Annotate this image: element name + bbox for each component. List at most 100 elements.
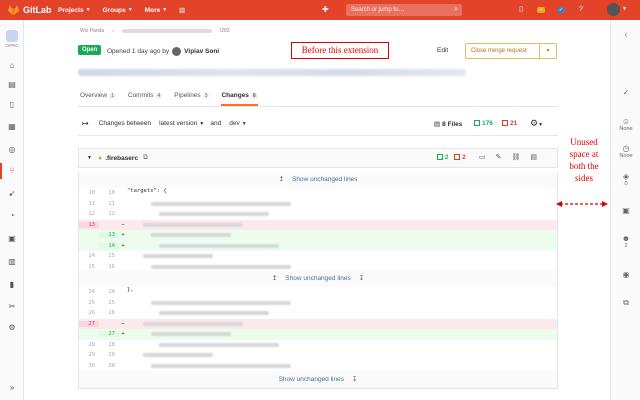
repository-icon[interactable]: ▤ xyxy=(6,79,18,91)
merge-requests-icon[interactable]: ⑂ xyxy=(6,165,18,177)
old-line-number[interactable]: 14 xyxy=(79,253,99,259)
copy-reference-item[interactable]: ⧉ xyxy=(611,298,640,308)
package-icon[interactable]: ▣ xyxy=(6,233,18,245)
author-name[interactable]: Vipiav Soni xyxy=(184,48,219,55)
assignee-item[interactable]: ☺ None xyxy=(611,117,640,132)
wiki-icon[interactable]: ▮ xyxy=(6,279,18,291)
new-line-number[interactable]: 12 xyxy=(99,211,119,217)
diff-settings-gear-icon[interactable]: ⚙▼ xyxy=(530,118,543,129)
todos-icon[interactable]: ✓ xyxy=(556,4,566,15)
link-icon[interactable]: ⛓ xyxy=(512,153,521,161)
lock-item[interactable]: ▣ xyxy=(611,206,640,215)
sidebar-toggle-icon[interactable]: ‹ xyxy=(611,30,640,39)
new-line-number[interactable]: 30 xyxy=(99,363,119,369)
monitor-icon[interactable]: ◔ xyxy=(6,210,18,222)
breadcrumb-mr-id[interactable]: !283 xyxy=(220,28,230,34)
new-line-number[interactable]: 13 xyxy=(99,232,119,239)
code-content xyxy=(127,340,557,351)
issues-icon[interactable]: ▯ xyxy=(516,4,526,15)
show-unchanged-lines-middle[interactable]: ↥ Show unchanged lines ↧ xyxy=(79,271,557,287)
show-unchanged-lines-bottom[interactable]: Show unchanged lines ↧ xyxy=(79,371,557,389)
milestone-item[interactable]: ◷ None xyxy=(611,144,640,159)
nav-more[interactable]: More ▼ xyxy=(145,7,167,14)
todo-add-icon[interactable]: ✓ xyxy=(611,88,640,97)
board-icon[interactable]: ▦ xyxy=(6,121,18,133)
show-unchanged-label[interactable]: Show unchanged lines xyxy=(292,176,357,183)
edit-button[interactable]: Edit xyxy=(437,47,448,54)
tab-changes[interactable]: Changes 8 xyxy=(221,92,258,106)
file-name[interactable]: .firebaserc xyxy=(105,155,138,162)
new-line-number[interactable]: 27 xyxy=(99,331,119,338)
expand-down-icon[interactable]: ↧ xyxy=(352,376,357,383)
chevron-down-icon[interactable]: ▼ xyxy=(540,48,556,54)
old-line-number[interactable]: 10 xyxy=(79,190,99,196)
show-unchanged-lines-top[interactable]: ↥ Show unchanged lines xyxy=(79,172,557,188)
breadcrumb-group[interactable]: Wiz Panda xyxy=(80,28,104,34)
new-item-plus-icon[interactable]: ✚ xyxy=(322,5,329,14)
old-line-number[interactable]: 12 xyxy=(79,211,99,217)
gitlab-logo[interactable]: GitLab xyxy=(8,5,58,15)
old-line-number[interactable]: 13 xyxy=(79,221,99,228)
from-version-select[interactable]: latest version ▼ xyxy=(159,120,204,127)
old-line-number[interactable]: 28 xyxy=(79,342,99,348)
chevron-down-icon[interactable]: ▼ xyxy=(87,155,92,161)
expand-up-icon[interactable]: ↥ xyxy=(279,176,284,183)
show-unchanged-label[interactable]: Show unchanged lines xyxy=(285,275,350,282)
project-avatar[interactable]: OPRC xyxy=(5,30,19,48)
expand-up-icon[interactable]: ↥ xyxy=(272,275,277,282)
home-icon[interactable]: ⌂ xyxy=(6,60,18,72)
snippets-icon[interactable]: ✂ xyxy=(6,301,18,313)
new-line-number[interactable]: 28 xyxy=(99,342,119,348)
help-icon[interactable]: ? xyxy=(576,4,586,15)
new-line-number[interactable]: 24 xyxy=(99,289,119,295)
rocket-icon[interactable]: ➹ xyxy=(6,188,18,200)
new-line-number[interactable]: 26 xyxy=(99,310,119,316)
new-line-number[interactable]: 14 xyxy=(99,242,119,249)
copy-path-icon[interactable]: ⧉ xyxy=(143,154,148,162)
nav-groups[interactable]: Groups ▼ xyxy=(103,7,133,14)
to-version-select[interactable]: dev ▼ xyxy=(229,120,246,127)
analytics-icon[interactable]: ▥ xyxy=(6,256,18,268)
close-mr-button[interactable]: Close merge request ▼ xyxy=(465,43,557,59)
nav-projects[interactable]: Projects ▼ xyxy=(58,7,91,14)
cicd-icon[interactable]: ◎ xyxy=(6,144,18,156)
search-input[interactable]: Search or jump to… ⌕ xyxy=(346,4,462,16)
expand-down-icon[interactable]: ↧ xyxy=(359,275,364,282)
notifications-item[interactable]: ◉ xyxy=(611,270,640,279)
old-line-number[interactable]: 26 xyxy=(79,310,99,316)
activity-chart-icon[interactable]: ▥ xyxy=(179,6,185,14)
edit-pencil-icon[interactable]: ✎ xyxy=(496,153,502,161)
new-line-number[interactable]: 11 xyxy=(99,201,119,207)
tab-commits[interactable]: Commits 4 xyxy=(128,92,163,106)
participants-item[interactable]: ☻ 2 xyxy=(611,234,640,249)
old-line-number[interactable]: 30 xyxy=(79,363,99,369)
new-line-number[interactable]: 15 xyxy=(99,253,119,259)
close-mr-label[interactable]: Close merge request xyxy=(466,44,541,58)
old-line-number[interactable]: 11 xyxy=(79,201,99,207)
old-line-number[interactable]: 25 xyxy=(79,300,99,306)
file-tree-toggle-icon[interactable]: ↦ xyxy=(82,119,89,128)
collapse-sidebar-icon[interactable]: » xyxy=(6,382,18,394)
user-avatar[interactable]: ▼ xyxy=(607,3,627,16)
new-line-number[interactable]: 10 xyxy=(99,190,119,196)
old-line-number[interactable]: 29 xyxy=(79,352,99,358)
comment-icon[interactable]: ▭ xyxy=(479,153,486,161)
show-unchanged-label[interactable]: Show unchanged lines xyxy=(279,376,344,383)
issues-icon[interactable]: ▯ xyxy=(6,99,18,111)
old-line-number[interactable]: 27 xyxy=(79,320,99,327)
files-count[interactable]: ▤ 8 Files xyxy=(434,120,462,129)
merge-requests-icon[interactable]: ⑂ xyxy=(536,4,546,15)
new-line-number[interactable]: 25 xyxy=(99,300,119,306)
top-navbar: GitLab Projects ▼ Groups ▼ More ▼ ▥ ✚ Searc… xyxy=(0,0,640,20)
view-file-icon[interactable]: ▤ xyxy=(530,153,537,161)
new-line-number[interactable]: 16 xyxy=(99,264,119,270)
labels-item[interactable]: ◈ 0 xyxy=(611,172,640,187)
author-avatar[interactable] xyxy=(172,47,182,56)
tab-overview[interactable]: Overview 1 xyxy=(80,92,116,106)
tab-pipelines[interactable]: Pipelines 3 xyxy=(174,92,210,106)
new-line-number[interactable]: 29 xyxy=(99,352,119,358)
breadcrumb-project-blurred[interactable] xyxy=(121,29,212,33)
old-line-number[interactable]: 15 xyxy=(79,264,99,270)
old-line-number[interactable]: 24 xyxy=(79,289,99,295)
settings-gear-icon[interactable]: ⚙ xyxy=(6,322,18,334)
